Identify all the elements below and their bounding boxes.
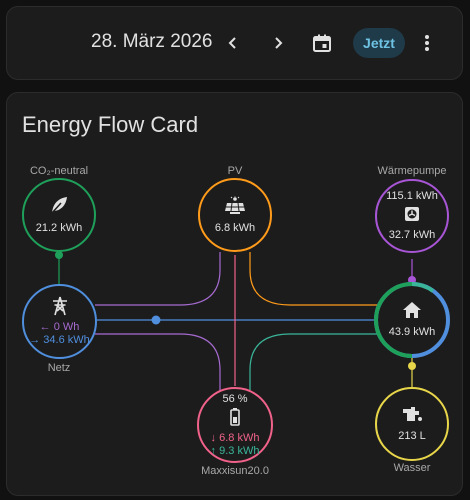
battery-out-value: ↑ 9.3 kWh [211,445,260,458]
heatpump-value-1: 115.1 kWh [386,190,438,202]
flow-battery-home [249,333,378,390]
pv-label: PV [227,165,243,177]
water-pump-icon [401,405,423,427]
home-node[interactable]: 43.9 kWh [378,286,446,354]
arrow-out-icon: → [29,334,41,346]
water-node[interactable]: 213 L [375,387,449,461]
flow-grid-battery [95,333,221,390]
flow-dot-water [408,362,416,370]
heatpump-node[interactable]: 115.1 kWh 32.7 kWh [375,179,449,253]
home-value: 43.9 kWh [388,326,436,338]
grid-out-text: 34.6 kWh [43,334,90,346]
grid-in-text: 0 Wh [53,321,80,333]
arrow-in-icon: ← [39,321,51,333]
home-icon [402,301,422,323]
grid-node[interactable]: ← 0 Wh → 34.6 kWh [22,284,97,359]
flow-dot-grid [151,315,161,325]
water-label: Wasser [393,462,431,474]
transmission-tower-icon [51,296,69,320]
heatpump-value-2: 32.7 kWh [388,229,436,241]
heatpump-label: Wärmepumpe [377,165,447,177]
solar-panel-icon [223,195,247,220]
flow-dot-co2 [55,251,63,259]
battery-icon [230,407,240,430]
grid-label: Netz [47,362,71,374]
battery-label: Maxxisun20.0 [201,465,269,477]
grid-out-value: → 34.6 kWh [29,334,90,347]
grid-in-value: ← 0 Wh [40,321,80,334]
battery-percent: 56 % [222,392,248,405]
arrow-down-icon: ↓ [210,431,217,444]
pv-value: 6.8 kWh [214,221,256,234]
co2-label: CO₂-neutral [29,165,89,177]
leaf-icon [49,195,69,219]
heat-pump-icon [404,206,420,226]
co2-node[interactable]: 21.2 kWh [22,178,96,252]
battery-out-text: 9.3 kWh [219,444,260,457]
battery-in-value: ↓ 6.8 kWh [211,432,260,445]
flow-pv-home [249,252,378,306]
water-value: 213 L [398,430,426,442]
co2-value: 21.2 kWh [35,222,83,234]
flow-pv-grid [95,252,221,306]
battery-node[interactable]: 56 % ↓ 6.8 kWh ↑ 9.3 kWh [197,387,273,463]
pv-node[interactable]: 6.8 kWh [198,178,272,252]
battery-in-text: 6.8 kWh [219,431,260,444]
arrow-up-icon: ↑ [210,444,217,457]
